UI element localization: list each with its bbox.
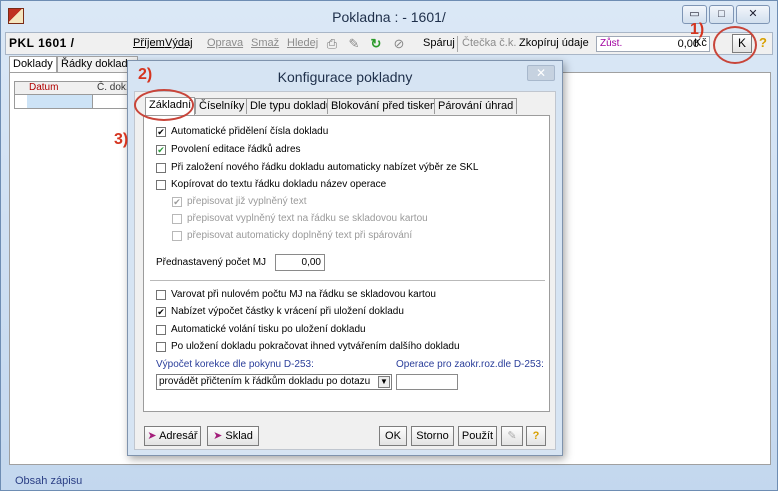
highlight-circle-k (713, 26, 757, 64)
tab-parovani-uhrad[interactable]: Párování úhrad (434, 98, 518, 114)
chevron-down-icon[interactable]: ▼ (378, 376, 390, 388)
marker-2: 2) (138, 66, 153, 83)
checkbox[interactable]: ✔ (156, 307, 166, 317)
attachment-icon[interactable]: ⊘ (391, 35, 407, 52)
option-label: Při založení nového řádku dokladu automa… (171, 162, 479, 173)
window-title: Pokladna : - 1601/ (332, 9, 446, 25)
preset-quantity-label: Přednastavený počet MJ (156, 257, 267, 268)
arrow-icon: ➤ (213, 430, 223, 442)
checkbox[interactable]: ✔ (156, 127, 166, 137)
checkbox[interactable] (172, 231, 182, 241)
korekce-label: Výpočet korekce dle pokynu D-253: (156, 359, 314, 370)
config-dialog: Konfigurace pokladny ✕ Základní Číselník… (127, 60, 563, 456)
checkbox[interactable] (156, 163, 166, 173)
toolbar-separator (457, 36, 458, 52)
adresar-label: Adresář (159, 430, 198, 442)
vydaj-button[interactable]: Výdaj (165, 37, 193, 49)
hledej-button[interactable]: Hledej (287, 37, 318, 49)
table-row[interactable] (14, 95, 134, 109)
grid-header: Datum Č. dok. (14, 81, 134, 95)
pen-icon[interactable]: ✎ (346, 35, 362, 52)
option-label: přepisovat automaticky doplněný text při… (187, 230, 413, 241)
dialog-close-button[interactable]: ✕ (527, 65, 555, 81)
checkbox[interactable] (156, 325, 166, 335)
settings-panel: ✔ Automatické přidělení čísla dokladu ✔ … (143, 115, 550, 412)
storno-button[interactable]: Storno (411, 426, 454, 446)
checkbox[interactable]: ✔ (156, 145, 166, 155)
close-button[interactable]: ✕ (736, 5, 770, 24)
option-label: Povolení editace řádků adres (171, 144, 301, 155)
korekce-select[interactable]: provádět přičtením k řádkům dokladu po d… (156, 374, 392, 390)
sklad-label: Sklad (225, 430, 253, 442)
korekce-selected-value: provádět přičtením k řádkům dokladu po d… (159, 376, 371, 387)
ok-button[interactable]: OK (379, 426, 407, 446)
arrow-icon: ➤ (147, 430, 157, 442)
document-id: PKL 1601 / (9, 36, 75, 50)
sparuj-button[interactable]: Spáruj (423, 37, 455, 49)
title-bar: Pokladna : - 1601/ ▭ □ ✕ (1, 1, 777, 31)
sklad-button[interactable]: ➤ Sklad (207, 426, 259, 446)
column-datum[interactable]: Datum (29, 82, 58, 93)
option-label: přepisovat již vyplněný text (187, 196, 307, 207)
operace-input[interactable] (396, 374, 458, 390)
marker-1: 1) (690, 21, 705, 38)
divider (150, 280, 545, 281)
checkbox[interactable]: ✔ (172, 197, 182, 207)
tab-radky-dokladu[interactable]: Řádky dokladu (57, 56, 138, 72)
checkbox[interactable] (172, 214, 182, 224)
pen-icon[interactable]: ✎ (501, 426, 523, 446)
tab-dle-typu-dokladu[interactable]: Dle typu dokladu (246, 98, 336, 114)
smaz-button[interactable]: Smaž (251, 37, 279, 49)
maximize-button[interactable]: □ (709, 5, 734, 24)
print-icon[interactable]: ⎙ (324, 35, 340, 52)
dialog-body: Základní Číselníky Dle typu dokladu Blok… (134, 91, 556, 450)
prijem-button[interactable]: Příjem (133, 37, 165, 49)
ctecka-button[interactable]: Čtečka č.k. (462, 37, 516, 49)
toolbar: PKL 1601 / Příjem Výdaj Oprava Smaž Hled… (5, 32, 773, 55)
refresh-icon[interactable]: ↻ (368, 35, 384, 52)
checkbox[interactable] (156, 290, 166, 300)
option-label: přepisovat vyplněný text na řádku se skl… (187, 213, 428, 224)
marker-3: 3) (114, 131, 129, 148)
option-label: Varovat při nulovém počtu MJ na řádku se… (171, 289, 436, 300)
option-label: Automatické přidělení čísla dokladu (171, 126, 329, 137)
tab-doklady[interactable]: Doklady (9, 56, 57, 72)
dialog-title: Konfigurace pokladny (277, 69, 413, 85)
pouzit-button[interactable]: Použít (458, 426, 497, 446)
option-label: Kopírovat do textu řádku dokladu název o… (171, 179, 387, 190)
option-label: Po uložení dokladu pokračovat ihned vytv… (171, 341, 460, 352)
balance-label: Zůst. (600, 38, 623, 49)
oprava-button[interactable]: Oprava (207, 37, 243, 49)
highlight-circle-tab (134, 89, 194, 121)
copy-data-button[interactable]: Zkopíruj údaje (519, 37, 589, 49)
help-icon[interactable]: ? (526, 426, 546, 446)
selected-cell[interactable] (27, 95, 93, 108)
tab-blokovani-pred-tiskem[interactable]: Blokování před tiskem (327, 98, 444, 114)
option-label: Automatické volání tisku po uložení dokl… (171, 324, 366, 335)
status-text: Obsah zápisu (15, 475, 83, 487)
preset-quantity-input[interactable]: 0,00 (275, 254, 325, 271)
option-label: Nabízet výpočet částky k vrácení při ulo… (171, 306, 404, 317)
tab-ciselniky[interactable]: Číselníky (195, 98, 249, 114)
checkbox[interactable] (156, 342, 166, 352)
column-cislo-dokladu[interactable]: Č. dok. (97, 82, 129, 93)
operace-label: Operace pro zaokr.roz.dle D-253: (396, 359, 544, 370)
checkbox[interactable] (156, 180, 166, 190)
adresar-button[interactable]: ➤ Adresář (144, 426, 201, 446)
help-icon[interactable]: ? (756, 35, 770, 52)
